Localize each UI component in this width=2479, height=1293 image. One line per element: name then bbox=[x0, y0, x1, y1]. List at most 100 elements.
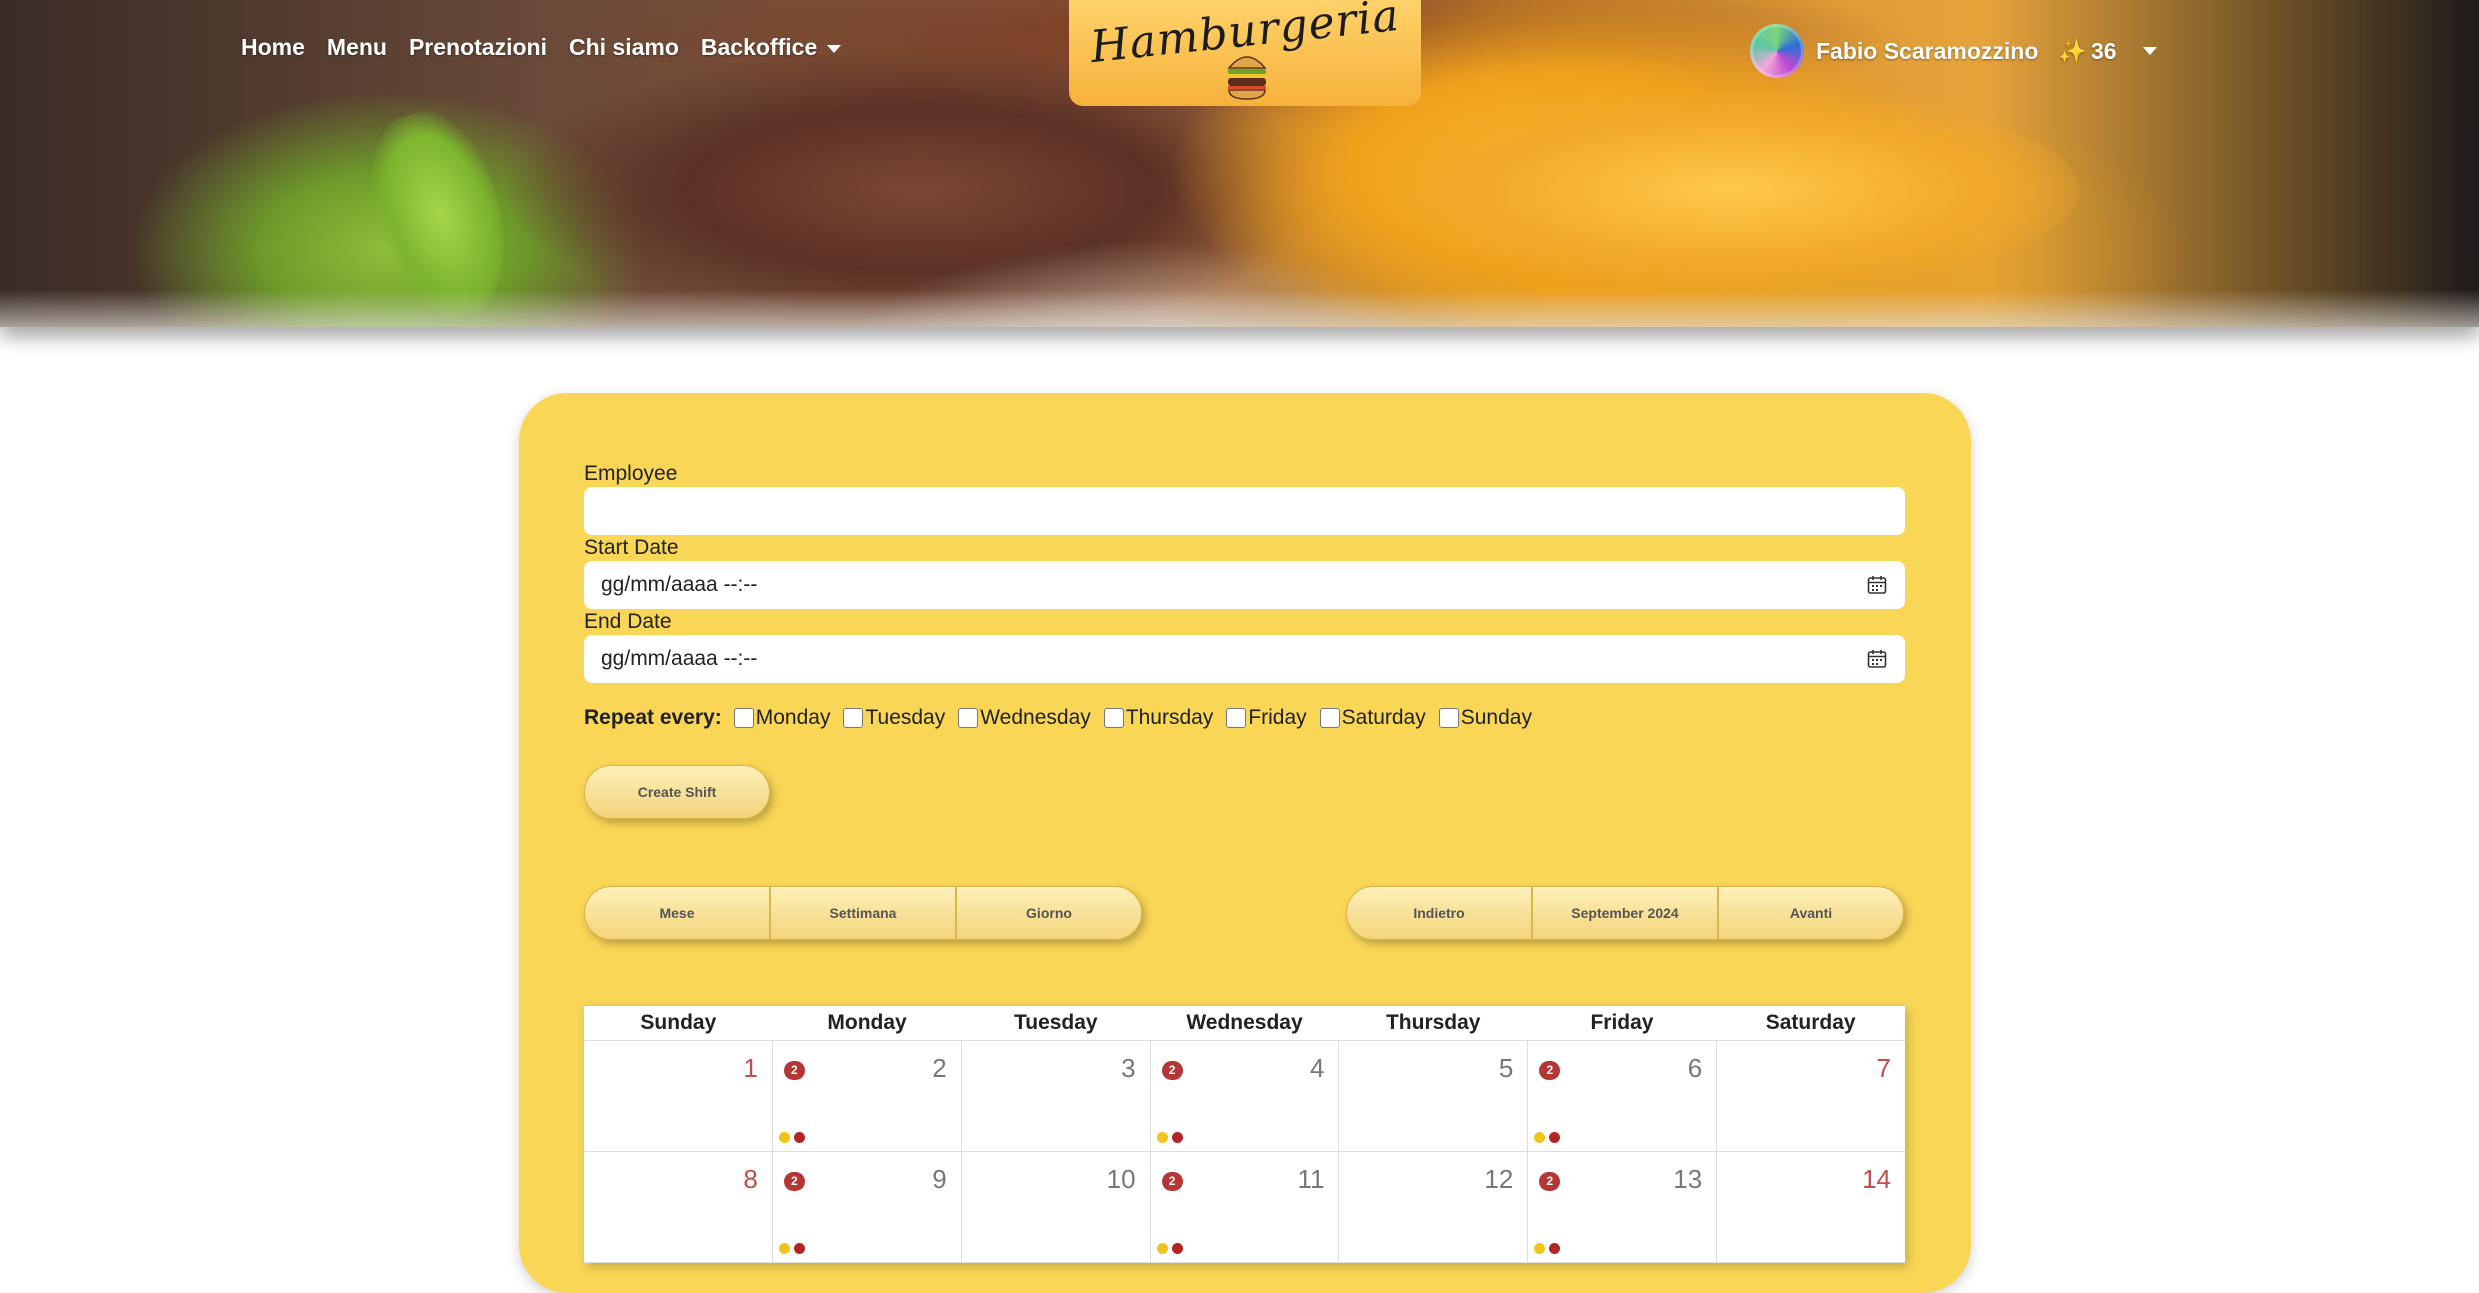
end-date-label: End Date bbox=[584, 610, 672, 633]
checkbox-thursday[interactable]: Thursday bbox=[1103, 706, 1213, 730]
hero-plate-decoration bbox=[0, 290, 2479, 327]
create-shift-button[interactable]: Create Shift bbox=[584, 765, 770, 819]
shift-count-badge[interactable]: 2 bbox=[783, 1172, 805, 1191]
event-dot-yellow bbox=[1534, 1243, 1546, 1254]
calendar-day-cell[interactable]: 92 bbox=[773, 1152, 962, 1262]
checkbox-box[interactable] bbox=[1438, 708, 1459, 728]
day-number: 12 bbox=[1484, 1164, 1514, 1194]
event-dot-yellow bbox=[1156, 1132, 1168, 1143]
chevron-down-icon bbox=[827, 44, 842, 53]
calendar-body: 1 2 2 3 4 2 5 6 2 7 8 9 2 10 11 2 12 13 2 14 bbox=[584, 1041, 1905, 1263]
nav-link-chi-siamo[interactable]: Chi siamo bbox=[569, 34, 679, 61]
sparkle-icon: ✨ bbox=[2058, 37, 2088, 64]
start-date-placeholder: gg/mm/aaaa --:-- bbox=[601, 573, 758, 596]
calendar-day-cell[interactable]: 22 bbox=[773, 1041, 962, 1151]
nav-link-home[interactable]: Home bbox=[241, 34, 305, 61]
user-name: Fabio Scaramozzino bbox=[1816, 37, 2039, 64]
checkbox-label: Wednesday bbox=[980, 706, 1091, 729]
day-number: 10 bbox=[1106, 1164, 1136, 1194]
calendar-day-cell[interactable]: 8 bbox=[584, 1152, 773, 1262]
nav-backoffice-label: Backoffice bbox=[700, 34, 818, 60]
event-dot-red bbox=[1549, 1132, 1561, 1143]
event-dot-red bbox=[793, 1243, 805, 1254]
day-number: 13 bbox=[1673, 1164, 1703, 1194]
end-date-input[interactable]: gg/mm/aaaa --:-- bbox=[584, 635, 1905, 683]
calendar-day-cell[interactable]: 11 2 bbox=[1151, 1152, 1340, 1262]
calendar-day-cell[interactable]: 3 bbox=[962, 1041, 1151, 1151]
checkbox-wednesday[interactable]: Wednesday bbox=[958, 706, 1091, 730]
back-button[interactable]: Indietro bbox=[1346, 886, 1532, 940]
day-number: 2 bbox=[932, 1053, 947, 1083]
calendar-day-cell[interactable]: 13 2 bbox=[1528, 1152, 1718, 1262]
view-week-button[interactable]: Settimana bbox=[770, 886, 956, 940]
view-month-button[interactable]: Mese bbox=[584, 886, 770, 940]
calendar-day-cell[interactable]: 12 bbox=[1339, 1152, 1529, 1262]
checkbox-label: Tuesday bbox=[865, 706, 946, 729]
checkbox-label: Monday bbox=[755, 706, 831, 729]
checkbox-box[interactable] bbox=[1103, 708, 1124, 728]
checkbox-sunday[interactable]: Sunday bbox=[1438, 706, 1532, 730]
user-menu[interactable]: Fabio Scaramozzino ✨ 36 bbox=[1750, 24, 2157, 78]
avatar bbox=[1750, 24, 1804, 78]
day-number: 7 bbox=[1876, 1053, 1892, 1083]
weekday-header: Monday bbox=[827, 1011, 907, 1034]
shift-count-badge[interactable]: 2 bbox=[1161, 1061, 1183, 1080]
shift-count-badge[interactable]: 2 bbox=[1539, 1172, 1561, 1191]
event-dot-red bbox=[1171, 1243, 1183, 1254]
employee-input[interactable] bbox=[584, 487, 1905, 535]
day-number: 4 bbox=[1309, 1053, 1325, 1083]
start-date-input[interactable]: gg/mm/aaaa --:-- bbox=[584, 561, 1905, 609]
shift-count-badge[interactable]: 2 bbox=[783, 1061, 805, 1080]
next-button[interactable]: Avanti bbox=[1718, 886, 1904, 940]
day-number: 5 bbox=[1498, 1053, 1514, 1083]
checkbox-saturday[interactable]: Saturday bbox=[1319, 706, 1426, 730]
checkbox-monday[interactable]: Monday bbox=[733, 706, 831, 730]
burger-icon bbox=[1227, 56, 1267, 100]
checkbox-box[interactable] bbox=[1319, 708, 1340, 728]
weekday-header: Tuesday bbox=[1013, 1011, 1098, 1034]
day-number: 6 bbox=[1687, 1053, 1703, 1083]
calendar-day-cell[interactable]: 14 bbox=[1717, 1152, 1905, 1262]
day-number: 9 bbox=[932, 1164, 947, 1194]
day-number: 1 bbox=[743, 1053, 758, 1083]
end-date-placeholder: gg/mm/aaaa --:-- bbox=[601, 647, 758, 670]
calendar-week-row: 1223425627 bbox=[584, 1041, 1905, 1152]
calendar-icon[interactable] bbox=[1867, 575, 1887, 595]
weekday-header: Saturday bbox=[1765, 1011, 1856, 1034]
shift-count-badge[interactable]: 2 bbox=[1539, 1061, 1561, 1080]
calendar-day-cell[interactable]: 62 bbox=[1528, 1041, 1718, 1151]
checkbox-box[interactable] bbox=[733, 708, 754, 728]
start-date-label: Start Date bbox=[584, 536, 679, 559]
checkbox-box[interactable] bbox=[843, 708, 864, 728]
points-display: ✨ 36 bbox=[2058, 38, 2116, 65]
calendar-header: Sunday Monday Tuesday Wednesday Thursday… bbox=[584, 1006, 1905, 1041]
event-dot-red bbox=[793, 1132, 805, 1143]
weekday-header: Wednesday bbox=[1186, 1011, 1303, 1034]
month-calendar: Sunday Monday Tuesday Wednesday Thursday… bbox=[584, 1006, 1905, 1263]
calendar-day-cell[interactable]: 1 bbox=[584, 1041, 773, 1151]
event-dot-red bbox=[1549, 1243, 1561, 1254]
shift-count-badge[interactable]: 2 bbox=[1161, 1172, 1183, 1191]
nav-dropdown-backoffice[interactable]: Backoffice bbox=[700, 34, 842, 61]
checkbox-box[interactable] bbox=[1226, 708, 1247, 728]
nav-link-prenotazioni[interactable]: Prenotazioni bbox=[409, 34, 547, 61]
calendar-day-cell[interactable]: 5 bbox=[1339, 1041, 1529, 1151]
weekday-header: Thursday bbox=[1385, 1011, 1481, 1034]
checkbox-friday[interactable]: Friday bbox=[1226, 706, 1307, 730]
nav-link-menu[interactable]: Menu bbox=[327, 34, 387, 61]
calendar-icon[interactable] bbox=[1867, 649, 1887, 669]
day-number: 14 bbox=[1862, 1164, 1892, 1194]
employee-label: Employee bbox=[584, 462, 678, 485]
checkbox-box[interactable] bbox=[958, 708, 979, 728]
calendar-day-cell[interactable]: 7 bbox=[1717, 1041, 1905, 1151]
site-logo[interactable]: Hamburgeria bbox=[1069, 0, 1421, 106]
checkbox-tuesday[interactable]: Tuesday bbox=[843, 706, 945, 730]
calendar-day-cell[interactable]: 10 bbox=[962, 1152, 1151, 1262]
checkbox-label: Saturday bbox=[1341, 706, 1426, 729]
weekday-header: Friday bbox=[1590, 1011, 1654, 1034]
event-dot-yellow bbox=[1534, 1132, 1546, 1143]
view-day-button[interactable]: Giorno bbox=[956, 886, 1142, 940]
calendar-day-cell[interactable]: 42 bbox=[1151, 1041, 1340, 1151]
calendar-week-row: 8 9 2 10 11 2 12 13 2 14 bbox=[584, 1152, 1905, 1263]
current-period-button[interactable]: September 2024 bbox=[1532, 886, 1718, 940]
